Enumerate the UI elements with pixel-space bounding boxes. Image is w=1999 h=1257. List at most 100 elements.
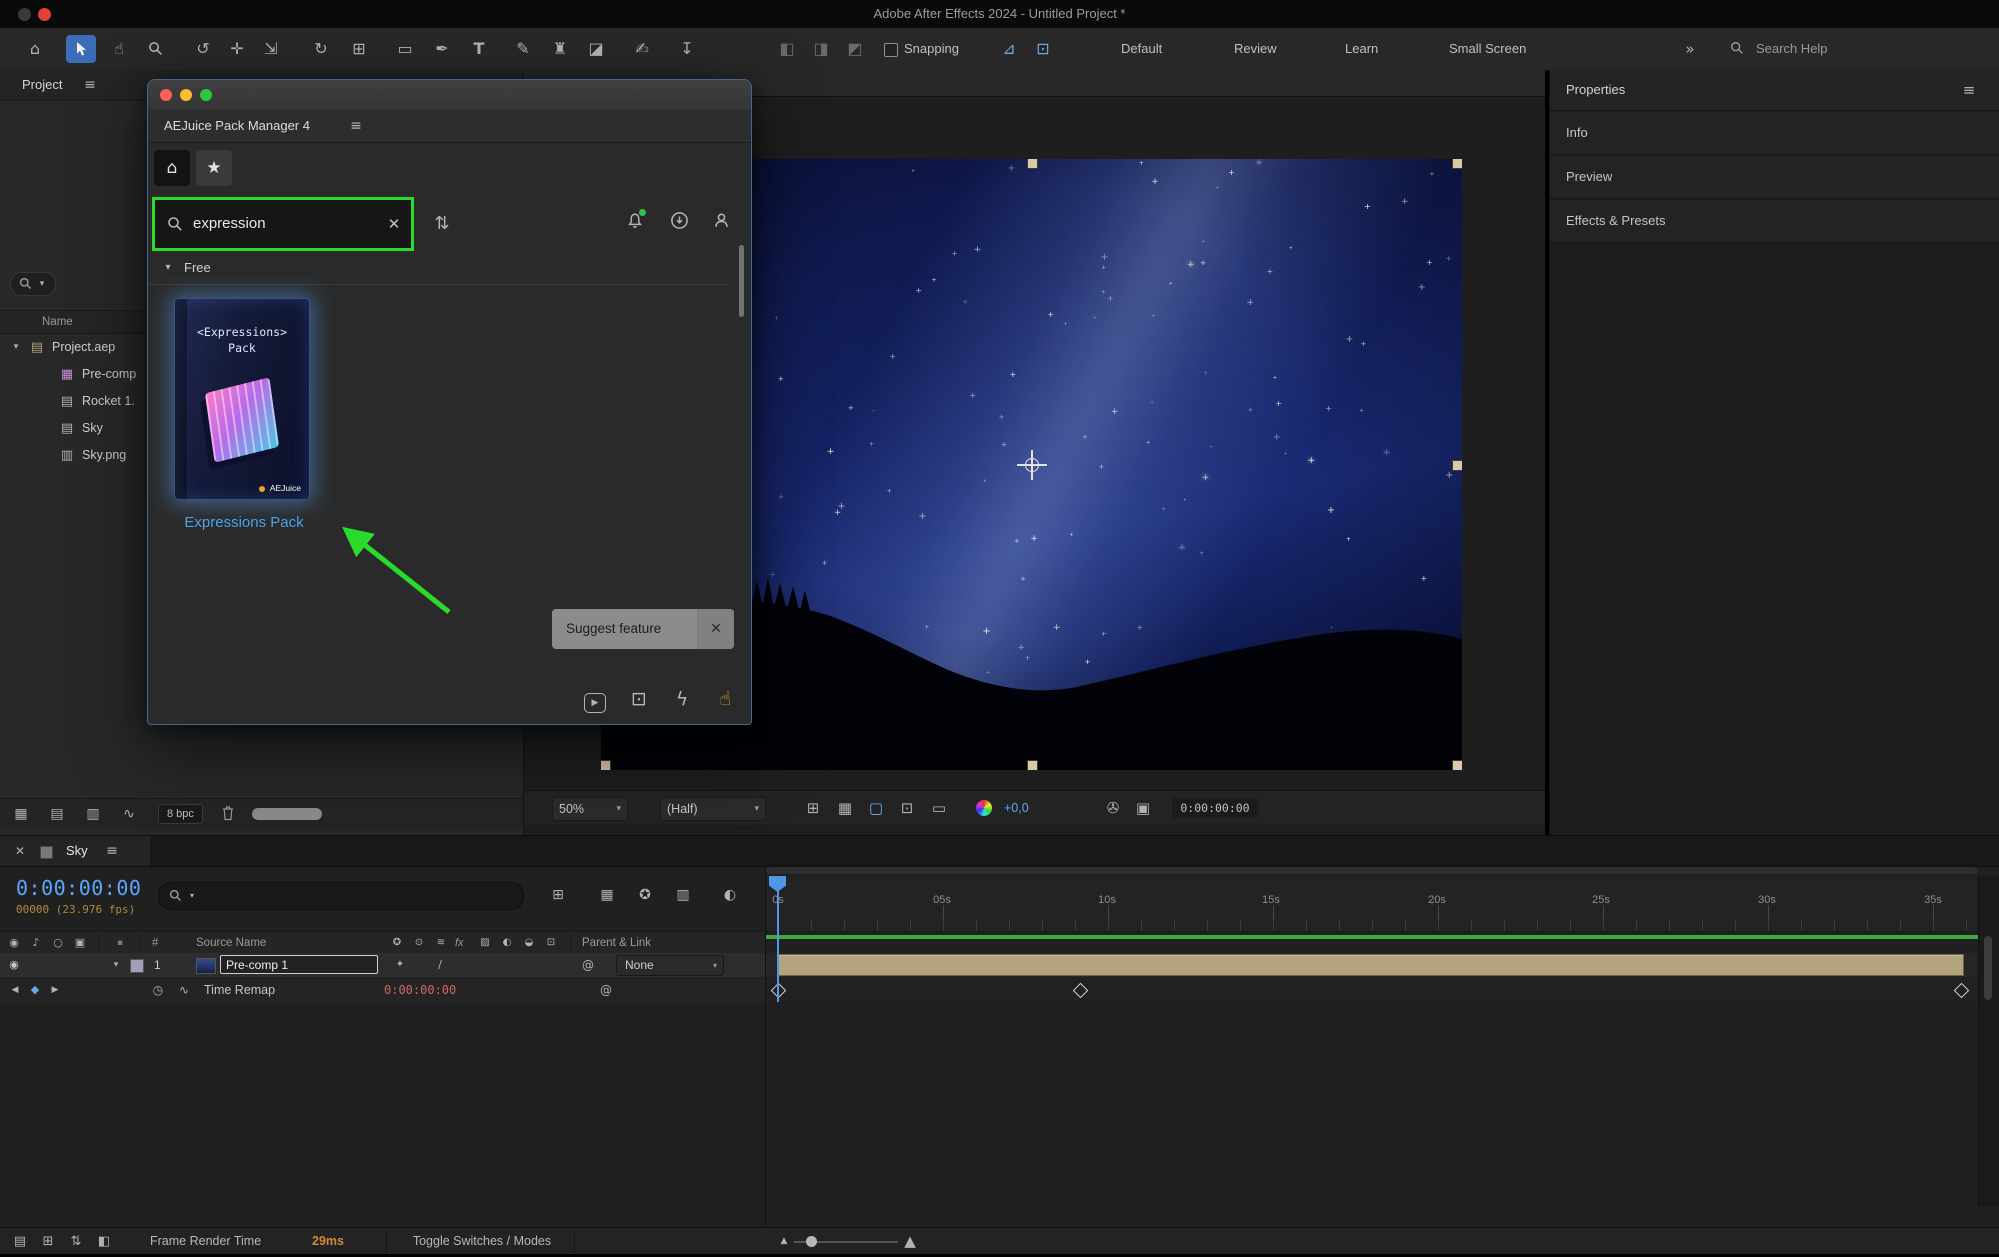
exposure-value[interactable]: +0,0: [1004, 791, 1029, 825]
pen-tool-icon[interactable]: ✒: [427, 28, 457, 70]
panel-scroll-pill[interactable]: [252, 808, 322, 820]
new-composition-icon[interactable]: ▥: [82, 799, 104, 829]
section-collapse-chevron[interactable]: ▾: [160, 258, 176, 278]
eraser-tool-icon[interactable]: ◪: [581, 28, 611, 70]
scrollbar-thumb[interactable]: [739, 245, 744, 317]
sort-icon[interactable]: ⇅: [430, 210, 454, 238]
close-tab-icon[interactable]: ✕: [12, 836, 28, 866]
number-column-header[interactable]: #: [152, 932, 158, 954]
search-help-field[interactable]: Search Help: [1756, 28, 1828, 70]
close-button[interactable]: [160, 89, 172, 101]
type-tool-icon[interactable]: T: [464, 28, 494, 70]
account-icon[interactable]: [712, 211, 732, 231]
zoom-in-mountain-icon[interactable]: ▲: [898, 1228, 922, 1255]
tree-item-label[interactable]: Sky: [82, 415, 103, 442]
current-timecode[interactable]: 0:00:00:00: [16, 876, 141, 900]
property-value[interactable]: 0:00:00:00: [384, 978, 456, 1002]
layer-quality-switch[interactable]: ∕: [432, 953, 448, 977]
timeline-menu-icon[interactable]: ≡: [102, 836, 122, 866]
layer-duration-bar[interactable]: [778, 954, 1964, 976]
tree-item-label[interactable]: Rocket 1.: [82, 388, 135, 415]
selection-handle-mr[interactable]: [1452, 460, 1462, 471]
timeline-tab-label[interactable]: Sky: [66, 836, 88, 866]
selection-handle-bc[interactable]: [1027, 760, 1038, 770]
zoom-button[interactable]: [200, 89, 212, 101]
layer-expand-chevron[interactable]: ▾: [108, 953, 124, 977]
snap-edges-icon[interactable]: ⊿: [994, 28, 1024, 70]
comp-mini-flowchart-icon[interactable]: ⊞: [548, 882, 568, 908]
expression-pickwhip-icon[interactable]: @: [598, 978, 614, 1002]
mask-visibility-icon[interactable]: ▢: [863, 791, 889, 825]
brush-tool-icon[interactable]: ✎: [508, 28, 538, 70]
transparency-grid-icon[interactable]: ▦: [832, 791, 858, 825]
property-name[interactable]: Time Remap: [204, 978, 275, 1002]
workspace-default[interactable]: Default: [1121, 28, 1162, 70]
interpret-footage-icon[interactable]: ▦: [10, 799, 32, 829]
time-remap-property-row[interactable]: ◀ ◆ ▶ ◷ ∿ Time Remap 0:00:00:00 @: [0, 978, 765, 1002]
dolly-camera-tool-icon[interactable]: ⇲: [256, 28, 286, 70]
snapping-checkbox[interactable]: [884, 43, 898, 57]
properties-menu-icon[interactable]: ≡: [1958, 70, 1980, 110]
bit-depth-badge[interactable]: 8 bpc: [158, 804, 203, 824]
workspace-small-screen[interactable]: Small Screen: [1449, 28, 1526, 70]
show-snapshot-icon[interactable]: ▣: [1130, 791, 1156, 825]
preview-panel-header[interactable]: Preview: [1550, 156, 1999, 199]
hide-shy-layers-icon[interactable]: ✪: [635, 882, 655, 908]
resolution-dropdown[interactable]: (Half) ▾: [660, 797, 766, 821]
selection-handle-tr[interactable]: [1452, 159, 1462, 169]
frame-blending-icon[interactable]: ▥: [673, 882, 693, 908]
parent-pickwhip-icon[interactable]: @: [580, 953, 596, 977]
home-icon[interactable]: ⌂: [20, 28, 50, 70]
workspace-learn[interactable]: Learn: [1345, 28, 1378, 70]
tree-item-label[interactable]: Pre-comp: [82, 361, 136, 388]
magnification-dropdown[interactable]: 50% ▾: [552, 797, 628, 821]
properties-panel-header[interactable]: Properties ≡: [1550, 70, 1999, 111]
tab-favorites[interactable]: ★: [196, 150, 232, 186]
name-column-header[interactable]: Name: [42, 311, 73, 333]
shape-tool-icon[interactable]: ▭: [390, 28, 420, 70]
expressions-pack-thumbnail[interactable]: <Expressions> Pack AEJuice: [174, 298, 310, 500]
render-queue-icon[interactable]: ◧: [92, 1228, 116, 1255]
tree-item-label[interactable]: Sky.png: [82, 442, 126, 469]
info-panel-header[interactable]: Info: [1550, 112, 1999, 155]
layer-name-field[interactable]: Pre-comp 1: [220, 955, 378, 974]
viewer-timecode[interactable]: 0:00:00:00: [1172, 798, 1258, 818]
channel-wheel-icon[interactable]: [976, 800, 992, 816]
source-name-column-header[interactable]: Source Name: [196, 932, 266, 954]
close-icon[interactable]: ✕: [697, 609, 734, 649]
scrollbar-thumb[interactable]: [1984, 936, 1992, 1000]
notifications-bell-icon[interactable]: [626, 211, 646, 231]
timeline-vertical-scrollbar[interactable]: [1978, 876, 1999, 1206]
expand-chevron-icon[interactable]: ▾: [8, 334, 24, 361]
selection-handle-bl[interactable]: [601, 760, 611, 770]
zoom-out-mountain-icon[interactable]: ▲: [772, 1228, 796, 1255]
workspace-review[interactable]: Review: [1234, 28, 1277, 70]
search-options-chevron[interactable]: ▾: [185, 883, 199, 909]
time-navigator-bar[interactable]: [766, 867, 1978, 874]
resize-window-icon[interactable]: ⊡: [626, 686, 652, 712]
layer-anchor-point[interactable]: [1017, 450, 1047, 480]
rotation-tool-icon[interactable]: ↻: [306, 28, 336, 70]
ruler-toggle-icon[interactable]: ⊞: [800, 791, 826, 825]
graph-editor-property-icon[interactable]: ∿: [176, 978, 192, 1002]
pack-name-link[interactable]: Expressions Pack: [164, 514, 324, 531]
aejuice-logo-icon[interactable]: ☝: [712, 686, 738, 712]
add-keyframe-icon[interactable]: ◆: [28, 978, 42, 1002]
live-update-icon[interactable]: ▤: [8, 1228, 32, 1255]
aejuice-titlebar[interactable]: [148, 80, 751, 111]
aejuice-window[interactable]: AEJuice Pack Manager 4 ≡ ⌂ ★ expression …: [147, 79, 752, 725]
effects-presets-panel-header[interactable]: Effects & Presets: [1550, 200, 1999, 243]
pan-behind-tool-icon[interactable]: ⊞: [344, 28, 374, 70]
draft-icon[interactable]: ⊞: [36, 1228, 60, 1255]
current-time-indicator-line[interactable]: [777, 876, 779, 1002]
trash-icon[interactable]: [218, 805, 238, 825]
minimize-button[interactable]: [180, 89, 192, 101]
quick-actions-icon[interactable]: ϟ: [669, 686, 695, 712]
work-area-bar[interactable]: [766, 935, 1978, 939]
project-panel-title[interactable]: Project: [22, 70, 62, 100]
pan-camera-tool-icon[interactable]: ✛: [222, 28, 252, 70]
parent-dropdown[interactable]: None ▾: [616, 955, 724, 976]
window-close-button[interactable]: [38, 8, 51, 21]
orbit-camera-tool-icon[interactable]: ↺: [188, 28, 218, 70]
layer-visibility-eye-icon[interactable]: ◉: [6, 953, 22, 977]
